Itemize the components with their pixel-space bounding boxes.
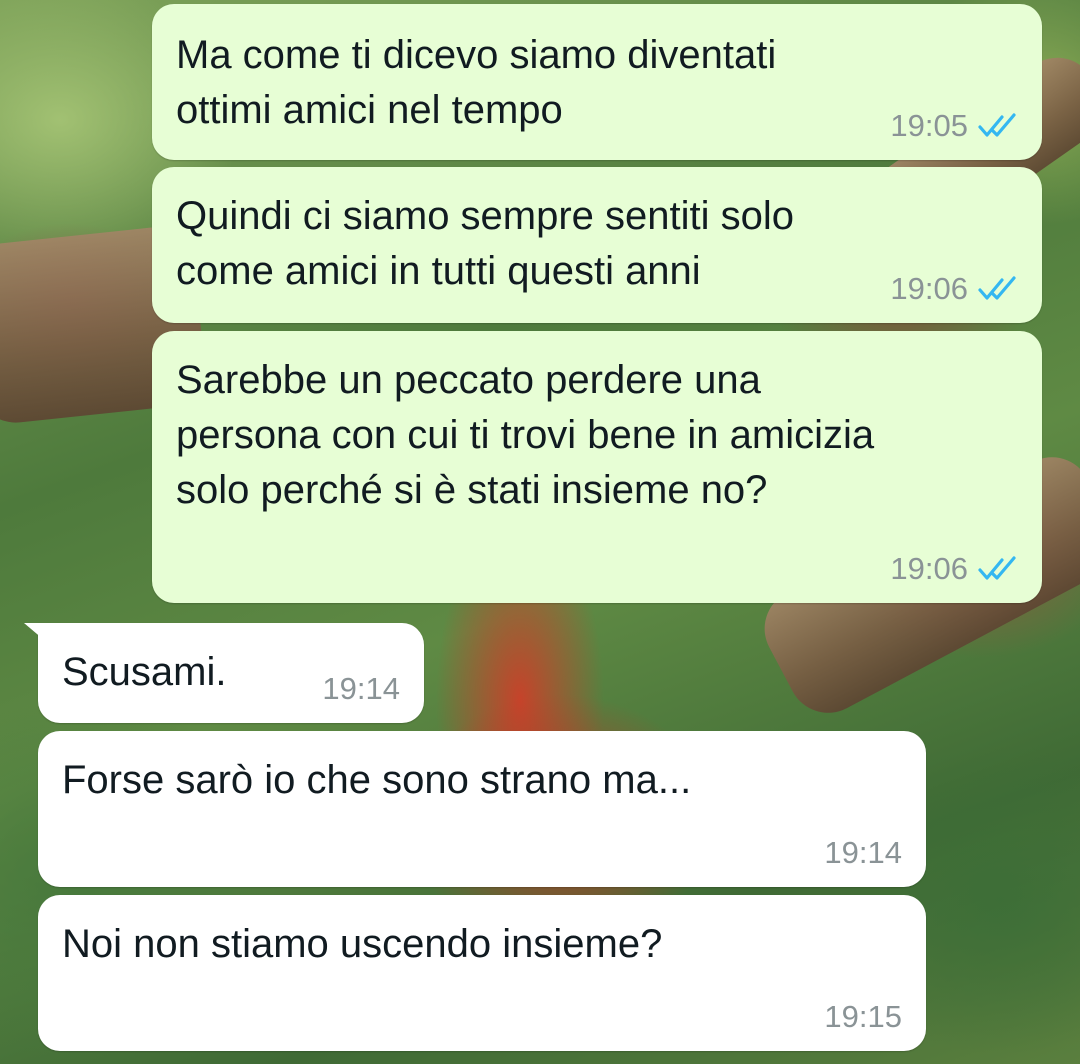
incoming-message-bubble[interactable]: Noi non stiamo uscendo insieme? 19:15: [38, 895, 926, 1051]
outgoing-message-bubble[interactable]: Ma come ti dicevo siamo diventati ottimi…: [152, 4, 1042, 160]
message-timestamp: 19:05: [890, 108, 968, 143]
read-double-check-icon: [978, 113, 1016, 137]
message-text: Forse sarò io che sono strano ma...: [62, 758, 692, 802]
outgoing-message-bubble[interactable]: Quindi ci siamo sempre sentiti solo come…: [152, 167, 1042, 323]
message-text: Ma come ti dicevo siamo diventati ottimi…: [176, 33, 777, 132]
message-timestamp: 19:15: [824, 999, 902, 1034]
message-text: Scusami.: [62, 650, 227, 694]
incoming-message-bubble[interactable]: Scusami. 19:14: [24, 623, 424, 723]
message-list[interactable]: Ma come ti dicevo siamo diventati ottimi…: [0, 0, 1080, 1064]
outgoing-message-bubble[interactable]: Sarebbe un peccato perdere una persona c…: [152, 331, 1042, 603]
read-double-check-icon: [978, 276, 1016, 300]
message-text: Noi non stiamo uscendo insieme?: [62, 922, 663, 966]
message-timestamp: 19:06: [890, 551, 968, 586]
message-timestamp: 19:14: [322, 671, 400, 706]
bubble-tail: [24, 623, 50, 645]
read-double-check-icon: [978, 556, 1016, 580]
message-text: Sarebbe un peccato perdere una persona c…: [176, 358, 875, 512]
message-timestamp: 19:06: [890, 271, 968, 306]
incoming-message-bubble[interactable]: Forse sarò io che sono strano ma... 19:1…: [38, 731, 926, 887]
message-timestamp: 19:14: [824, 835, 902, 870]
message-text: Quindi ci siamo sempre sentiti solo come…: [176, 194, 795, 293]
